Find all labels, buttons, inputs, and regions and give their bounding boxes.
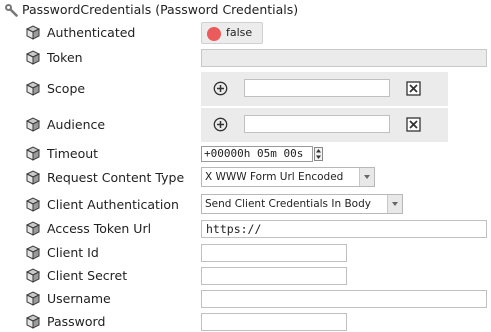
property-row-username: Username [22,289,491,309]
property-row-access-token-url: Access Token Url https:// [22,219,491,239]
spinner-icon[interactable] [314,147,323,161]
close-box-icon[interactable] [406,117,421,132]
property-row-client-secret: Client Secret [22,266,491,286]
cube-icon [26,81,40,96]
property-label: Client Id [47,245,99,260]
property-label: Password [47,314,106,329]
select-value: Send Client Credentials In Body [205,198,371,210]
property-label: Token [47,50,83,65]
client-authentication-select[interactable]: Send Client Credentials In Body [201,194,403,214]
plus-circle-icon[interactable] [213,117,228,132]
cube-icon [26,117,40,132]
property-label: Request Content Type [47,170,185,185]
close-box-icon[interactable] [406,81,421,96]
client-id-input[interactable] [201,244,347,262]
cube-icon [26,50,40,65]
cube-icon [26,146,40,161]
property-row-scope: Scope [22,72,491,106]
property-sheet-header: PasswordCredentials (Password Credential… [0,0,491,20]
property-row-password: Password [22,312,491,332]
password-input[interactable] [201,313,347,331]
timeout-input[interactable]: +00000h 05m 00s [201,146,313,162]
select-value: X WWW Form Url Encoded [205,171,344,183]
wrench-icon [5,4,18,17]
cube-icon [26,170,40,185]
property-label: Scope [47,81,86,96]
token-field [201,49,487,67]
property-label: Access Token Url [47,221,152,236]
cube-icon [26,197,40,212]
cube-icon [26,314,40,329]
scope-list-panel [201,72,448,106]
cube-icon [26,25,40,40]
cube-icon [26,221,40,236]
property-label: Username [47,291,111,306]
property-row-timeout: Timeout +00000h 05m 00s [22,144,491,164]
authenticated-value: false [201,22,263,44]
property-row-client-authentication: Client Authentication Send Client Creden… [22,194,491,216]
chevron-down-icon[interactable] [359,168,374,186]
property-row-audience: Audience [22,108,491,142]
property-label: Client Secret [47,268,128,283]
request-content-type-select[interactable]: X WWW Form Url Encoded [201,167,375,187]
property-row-request-content-type: Request Content Type X WWW Form Url Enco… [22,167,491,189]
chevron-down-icon[interactable] [387,195,402,213]
audience-list-panel [201,108,448,142]
status-dot-icon [207,27,221,41]
property-label: Authenticated [47,25,136,40]
cube-icon [26,291,40,306]
property-label: Client Authentication [47,197,179,212]
scope-input[interactable] [244,79,390,97]
property-row-client-id: Client Id [22,243,491,263]
boolean-value: false [226,26,253,39]
username-input[interactable] [201,290,487,308]
cube-icon [26,245,40,260]
component-title: PasswordCredentials (Password Credential… [22,2,299,17]
property-row-authenticated: Authenticated false [22,22,491,44]
audience-input[interactable] [244,115,390,133]
property-row-token: Token [22,48,491,68]
plus-circle-icon[interactable] [213,81,228,96]
property-label: Timeout [47,146,99,161]
access-token-url-input[interactable]: https:// [201,220,487,238]
cube-icon [26,268,40,283]
client-secret-input[interactable] [201,267,347,285]
property-label: Audience [47,117,106,132]
